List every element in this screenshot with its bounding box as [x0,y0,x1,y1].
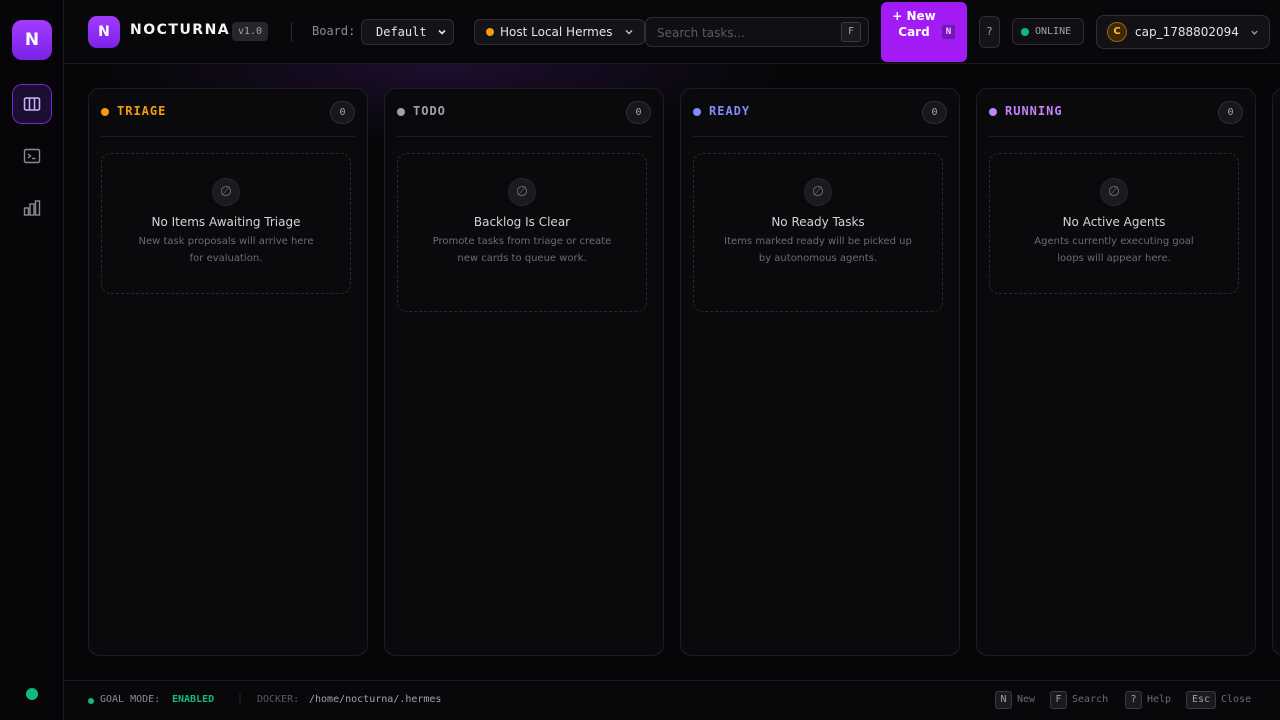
column-status-dot [397,108,405,116]
status-bar-separator: | [237,693,244,704]
shortcut-key: F [1050,691,1067,709]
nav-analytics-button[interactable] [12,188,52,228]
shortcut-label: Search [1072,694,1109,705]
column-title: TODO [413,104,446,118]
empty-state-description: Agents currently executing goal loops wi… [1034,236,1194,264]
empty-state-title: No Ready Tasks [771,215,865,229]
shortcut-new: N New [995,691,1035,709]
empty-state-description: New task proposals will arrive here for … [138,236,314,264]
empty-state-title: No Active Agents [1062,215,1166,229]
nav-board-button[interactable] [12,84,52,124]
shortcut-label: Help [1147,694,1172,705]
shortcut-close: Esc Close [1186,691,1251,709]
empty-state-title: No Items Awaiting Triage [151,215,301,229]
empty-state: ∅ No Ready Tasks Items marked ready will… [693,153,943,312]
shortcut-search: F Search [1050,691,1108,709]
empty-set-icon: ∅ [212,178,240,206]
host-status-dot [486,28,494,36]
empty-state: ∅ No Items Awaiting Triage New task prop… [101,153,351,294]
help-button[interactable]: ? [979,16,1000,48]
column-status-dot [101,108,109,116]
kanban-board: TRIAGE 0 ∅ No Items Awaiting Triage New … [64,64,1280,680]
online-status-label: ONLINE [1035,26,1072,37]
user-menu-button[interactable]: C cap_1788802094 [1096,15,1270,49]
empty-set-icon: ∅ [804,178,832,206]
column-status-dot [989,108,997,116]
empty-state-description: Promote tasks from triage or create new … [432,236,612,264]
board-icon [23,97,41,111]
shortcut-label: New [1017,694,1036,705]
terminal-icon [23,148,41,164]
side-rail: N [0,0,64,720]
column-count-badge: 0 [330,101,355,124]
column-title: TRIAGE [117,104,167,118]
connection-status-dot [26,688,38,700]
empty-state-title: Backlog Is Clear [473,215,571,229]
new-card-shortcut-key: N [941,24,956,40]
column-header: RUNNING 0 [977,89,1255,137]
goal-mode-value: ENABLED [172,694,215,705]
chart-icon [23,200,41,216]
column-title: READY [709,104,751,118]
shortcut-label: Close [1221,694,1252,705]
chevron-down-icon [625,30,633,35]
column-count-badge: 0 [1218,101,1243,124]
brand-name: NOCTURNA [130,22,231,38]
top-bar: N NOCTURNA v1.0 Board: Default Host Loca… [64,0,1280,64]
empty-set-icon: ∅ [508,178,536,206]
column-count-badge: 0 [626,101,651,124]
column-running: RUNNING 0 ∅ No Active Agents Agents curr… [976,88,1256,656]
nav-terminal-button[interactable] [12,136,52,176]
host-select[interactable]: Host Local Hermes [474,19,645,45]
online-status-dot [1021,28,1029,36]
search-shortcut-key: F [841,22,861,42]
column-next-partial [1272,88,1280,656]
column-count-badge: 0 [922,101,947,124]
column-divider [693,136,947,137]
column-divider [101,136,355,137]
column-ready: READY 0 ∅ No Ready Tasks Items marked re… [680,88,960,656]
new-card-label: + New Card [892,9,936,39]
version-badge: v1.0 [232,22,269,41]
empty-state-description: Items marked ready will be picked up by … [724,236,912,264]
column-title: RUNNING [1005,104,1063,118]
goal-mode-dot [88,698,94,704]
board-select[interactable]: Default [361,19,454,45]
header-divider [291,22,292,42]
column-status-dot [693,108,701,116]
shortcut-key: ? [1125,691,1142,709]
new-card-button[interactable]: + New Card N [881,2,967,62]
docker-label: DOCKER: [257,694,300,705]
board-select-value: Default [376,25,427,39]
user-name: cap_1788802094 [1135,25,1239,39]
goal-mode-label: GOAL MODE: [100,694,161,705]
empty-set-icon: ∅ [1100,178,1128,206]
app-logo[interactable]: N [12,20,52,60]
column-triage: TRIAGE 0 ∅ No Items Awaiting Triage New … [88,88,368,656]
empty-state: ∅ Backlog Is Clear Promote tasks from tr… [397,153,647,312]
avatar: C [1107,22,1127,42]
online-status-badge: ONLINE [1012,18,1084,45]
shortcut-key: N [995,691,1012,709]
column-header: READY 0 [681,89,959,137]
chevron-down-icon [438,29,446,35]
shortcut-key: Esc [1186,691,1216,709]
brand-logo[interactable]: N [88,16,120,48]
column-divider [397,136,651,137]
docker-path: /home/nocturna/.hermes [309,694,442,705]
board-label: Board: [312,24,356,38]
empty-state: ∅ No Active Agents Agents currently exec… [989,153,1239,294]
status-bar: GOAL MODE: ENABLED | DOCKER: /home/noctu… [64,680,1280,720]
search-box: F [645,17,869,47]
shortcut-help: ? Help [1125,691,1171,709]
column-header: TRIAGE 0 [89,89,367,137]
search-input[interactable] [657,24,827,42]
column-todo: TODO 0 ∅ Backlog Is Clear Promote tasks … [384,88,664,656]
column-header: TODO 0 [385,89,663,137]
chevron-down-icon [1251,30,1258,35]
host-select-value: Host Local Hermes [500,25,613,39]
column-divider [989,136,1243,137]
